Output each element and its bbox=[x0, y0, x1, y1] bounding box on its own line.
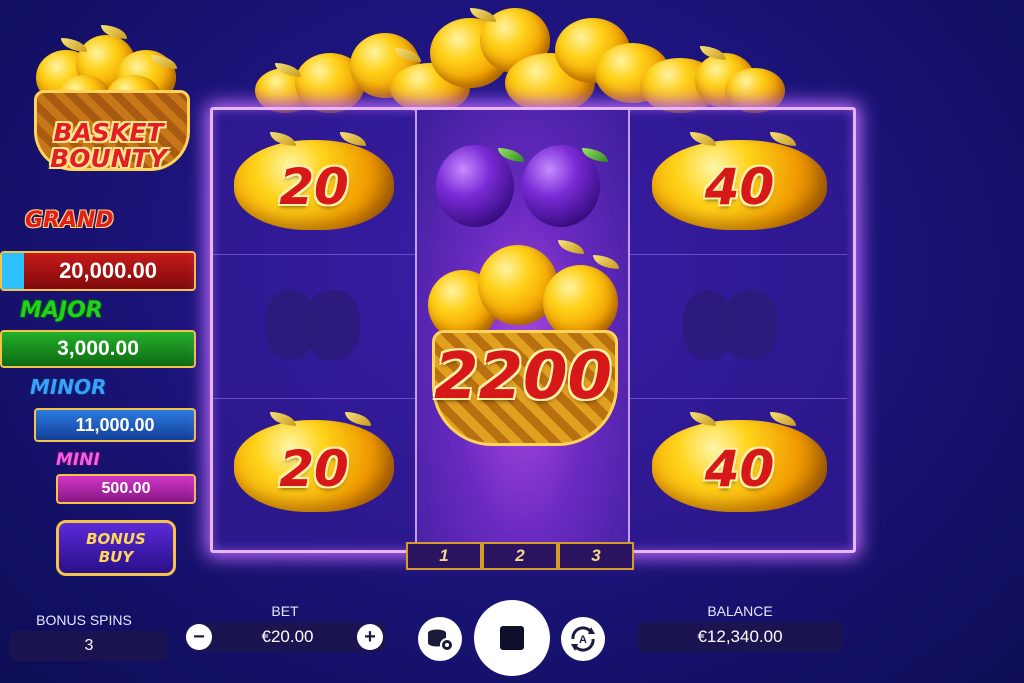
bet-increase-button[interactable]: + bbox=[357, 624, 383, 650]
reel-tab-2: 2 bbox=[482, 542, 558, 570]
reel-divider bbox=[628, 110, 630, 547]
apple-value-top-right: 40 bbox=[704, 158, 775, 216]
balance-value: €12,340.00 bbox=[638, 622, 842, 652]
logo-line1: BASKET bbox=[53, 118, 164, 147]
jackpot-grand-label: GRAND bbox=[25, 208, 114, 233]
grid-line bbox=[629, 398, 847, 399]
grand-progress-indicator bbox=[2, 253, 24, 289]
grid-line bbox=[213, 254, 417, 255]
jackpot-mini-label: MINI bbox=[56, 450, 100, 470]
bonus-spins-label: BONUS SPINS bbox=[36, 612, 132, 628]
apple-value-bottom-right: 40 bbox=[704, 440, 775, 498]
bonus-buy-line2: BUY bbox=[98, 548, 134, 566]
jackpot-mini-box: 500.00 bbox=[56, 474, 196, 504]
apple-silhouette-icon bbox=[305, 290, 360, 360]
bet-decrease-button[interactable]: − bbox=[186, 624, 212, 650]
apple-silhouette-icon bbox=[723, 290, 778, 360]
jackpot-major-box: 3,000.00 bbox=[0, 330, 196, 368]
coins-settings-button[interactable] bbox=[418, 617, 462, 661]
svg-text:A: A bbox=[579, 634, 587, 646]
logo-line2: BOUNTY bbox=[50, 144, 167, 173]
grid-line bbox=[213, 398, 417, 399]
reel-tab-1: 1 bbox=[406, 542, 482, 570]
stop-icon bbox=[500, 626, 524, 650]
bonus-buy-line1: BONUS bbox=[86, 530, 146, 548]
coins-gear-icon bbox=[428, 629, 454, 652]
apple-value-bottom-left: 20 bbox=[279, 440, 349, 498]
jackpot-minor-value: 11,000.00 bbox=[75, 415, 155, 435]
apple-heap bbox=[255, 8, 785, 113]
reel-tab-3: 3 bbox=[558, 542, 634, 570]
plum-icon bbox=[436, 145, 514, 227]
jackpot-mini-value: 500.00 bbox=[101, 480, 151, 497]
bet-label: BET bbox=[271, 603, 299, 619]
reel-tabs: 1 2 3 bbox=[406, 542, 634, 570]
basket-value: 2200 bbox=[433, 340, 613, 414]
spin-button[interactable] bbox=[474, 600, 550, 676]
jackpot-minor-label: MINOR bbox=[30, 375, 107, 399]
balance-label: BALANCE bbox=[707, 603, 773, 619]
jackpot-major-value: 3,000.00 bbox=[57, 337, 139, 360]
grid-line bbox=[629, 254, 847, 255]
apple-value-top-left: 20 bbox=[279, 158, 349, 216]
autoplay-button[interactable]: A bbox=[561, 617, 605, 661]
autoplay-icon: A bbox=[571, 626, 595, 652]
game-logo: BASKET BOUNTY bbox=[26, 20, 191, 185]
jackpot-grand-value: 20,000.00 bbox=[59, 258, 157, 283]
jackpot-grand-box: 20,000.00 bbox=[0, 251, 196, 291]
jackpot-minor-box: 11,000.00 bbox=[34, 408, 196, 442]
bonus-spins-value: 3 bbox=[10, 631, 168, 661]
jackpot-major-label: MAJOR bbox=[20, 298, 103, 323]
bonus-buy-button[interactable]: BONUS BUY bbox=[56, 520, 176, 576]
bet-value: €20.00 bbox=[190, 622, 385, 652]
reel-divider bbox=[415, 110, 417, 547]
